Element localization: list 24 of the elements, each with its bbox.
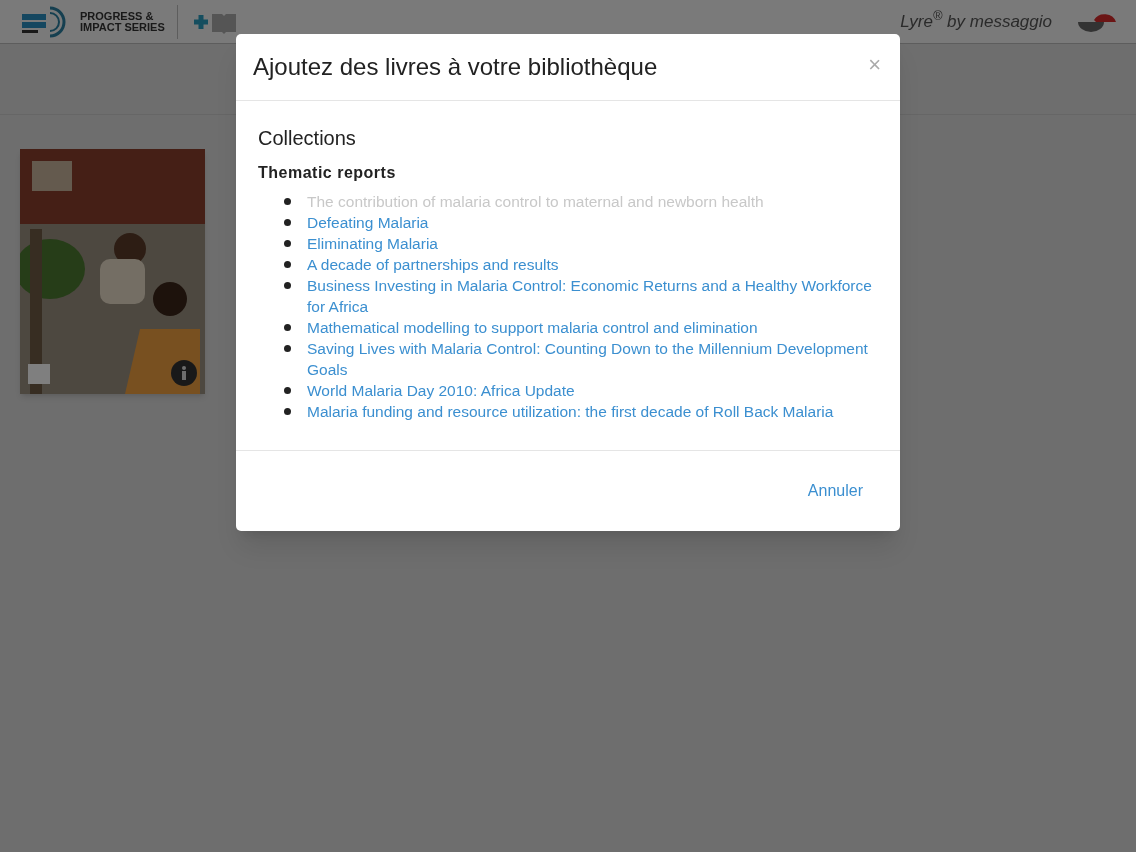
collection-link[interactable]: Mathematical modelling to support malaria control and elimination bbox=[307, 317, 758, 338]
collection-link[interactable]: Malaria funding and resource utilization: the first decade of Roll Back Malaria bbox=[307, 401, 834, 422]
bullet-icon bbox=[284, 282, 291, 289]
collection-link[interactable]: Business Investing in Malaria Control: Economic Returns and a Healthy Workforce for Africa bbox=[307, 275, 878, 317]
close-button[interactable]: × bbox=[868, 48, 881, 81]
dialog-title: Ajoutez des livres à votre bibliothèque bbox=[253, 52, 659, 82]
series-title: PROGRESS & IMPACT SERIES bbox=[80, 4, 178, 39]
bullet-icon bbox=[284, 324, 291, 331]
collection-link[interactable]: Saving Lives with Malaria Control: Counting Down to the Millennium Development Goals bbox=[307, 338, 878, 380]
bullet-icon bbox=[284, 240, 291, 247]
group-heading: Thematic reports bbox=[258, 163, 396, 183]
cancel-button[interactable]: Annuler bbox=[807, 479, 863, 503]
bullet-icon bbox=[284, 198, 291, 205]
collection-link[interactable]: Defeating Malaria bbox=[307, 212, 429, 233]
collection-link[interactable]: A decade of partnerships and results bbox=[307, 254, 559, 275]
bullet-icon bbox=[284, 345, 291, 352]
brand-label: Lyre$^{®}$ by messaggio bbox=[900, 8, 1052, 33]
collection-link[interactable]: World Malaria Day 2010: Africa Update bbox=[307, 380, 575, 401]
bullet-icon bbox=[284, 261, 291, 268]
bullet-icon bbox=[284, 408, 291, 415]
section-heading: Collections bbox=[258, 126, 356, 151]
bullet-icon bbox=[284, 219, 291, 226]
collection-link[interactable]: Eliminating Malaria bbox=[307, 233, 438, 254]
bullet-icon bbox=[284, 387, 291, 394]
